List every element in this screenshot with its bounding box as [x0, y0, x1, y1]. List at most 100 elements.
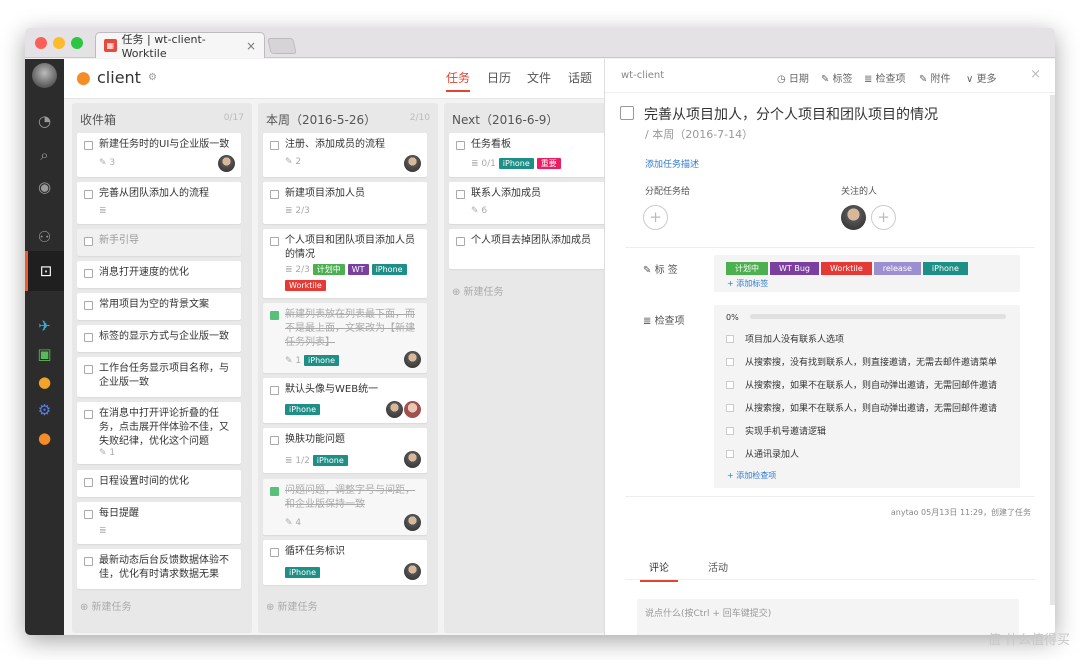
new-task-button[interactable]: ⊕ 新建任务 [80, 598, 132, 613]
tab-files[interactable]: 文件 [527, 69, 551, 86]
settings-icon[interactable]: ⚙ [148, 72, 157, 83]
search-icon[interactable]: ⌕ [25, 145, 64, 165]
task-card[interactable]: 日程设置时间的优化 [77, 470, 241, 497]
task-card[interactable]: 个人项目和团队项目添加人员的情况 ≣ 2/3 计划中 WT iPhone Workt… [263, 229, 427, 298]
maximize-window-button[interactable] [71, 37, 83, 49]
tab-title: 任务 | wt-client-Worktile [121, 33, 206, 60]
task-card[interactable]: 常用项目为空的背景文案 [77, 293, 241, 320]
add-watcher-button[interactable]: + [871, 205, 896, 230]
task-checkbox[interactable] [620, 106, 634, 120]
add-tag-link[interactable]: + 添加标签 [727, 278, 768, 289]
avatar [841, 205, 866, 230]
dashboard-icon[interactable]: ◔ [25, 111, 64, 131]
add-assignee-button[interactable]: + [643, 205, 668, 230]
checklist-item[interactable]: 从搜索搜，没有找到联系人，则直接邀请，无需去邮件邀请菜单 [726, 355, 997, 368]
tab-activity[interactable]: 活动 [708, 559, 728, 574]
task-card[interactable]: 个人项目去掉团队添加成员 [449, 229, 621, 269]
new-task-button[interactable]: ⊕ 新建任务 [452, 283, 504, 298]
progress-bar [750, 314, 1006, 319]
tab-calendar[interactable]: 日历 [487, 69, 511, 86]
github-project-icon[interactable]: ● [25, 372, 64, 392]
task-card[interactable]: 新手引导 [77, 229, 241, 256]
attachment-button[interactable]: ✎ 附件 [919, 70, 951, 85]
watchers-label: 关注的人 [841, 187, 878, 197]
tag[interactable]: Worktile [820, 262, 872, 275]
close-icon[interactable]: × [1030, 67, 1041, 82]
task-card[interactable]: 问题问题，调整字号与间距，和企业版保持一致 ✎ 4 [263, 479, 427, 535]
checklist-panel: 0% 项目加人没有联系人选项 从搜索搜，没有找到联系人，则直接邀请，无需去邮件邀… [714, 305, 1020, 488]
task-card[interactable]: 联系人添加成员 ✎ 6 [449, 182, 613, 224]
new-task-button[interactable]: ⊕ 新建任务 [266, 598, 318, 613]
task-list-date: / 本周（2016-7-14） [645, 128, 754, 141]
close-window-button[interactable] [35, 37, 47, 49]
tag[interactable]: release [873, 262, 921, 275]
html5-project-icon[interactable]: ▣ [25, 344, 64, 364]
task-card[interactable]: 任务看板 ≣ 0/1 iPhone 重要 [449, 133, 621, 177]
column-this-week: 本周（2016-5-26） 2/10 注册、添加成员的流程 ✎ 2 新建项目添加人员… [258, 103, 438, 633]
browser-tab[interactable]: ▦ 任务 | wt-client-Worktile × [95, 32, 265, 60]
add-description-link[interactable]: 添加任务描述 [645, 157, 699, 170]
task-card[interactable]: 工作台任务显示项目名称，与企业版一致 [77, 357, 241, 397]
checklist-item[interactable]: 从搜索搜，如果不在联系人，则自动弹出邀请，无需回邮件邀请 [726, 401, 997, 414]
task-title[interactable]: 完善从项目加人，分个人项目和团队项目的情况 [644, 104, 938, 124]
task-card[interactable]: 循环任务标识 iPhone [263, 540, 427, 585]
checklist-button[interactable]: ≣ 检查项 [864, 70, 906, 85]
scrollbar[interactable] [1050, 95, 1055, 605]
task-card[interactable]: 最新动态后台反馈数据体验不佳，优化有时请求数据无果 [77, 549, 241, 589]
tag-button[interactable]: ✎ 标签 [821, 70, 853, 85]
column-title: Next（2016-6-9） [452, 113, 559, 127]
task-board: ● client ⚙ 任务 日历 文件 话题 收件箱 0/17 新建任务时的UI与… [64, 59, 621, 635]
gear-project-icon[interactable]: ⚙ [25, 400, 64, 420]
task-card[interactable]: 消息打开速度的优化 [77, 261, 241, 288]
minimize-window-button[interactable] [53, 37, 65, 49]
detail-toolbar: wt-client ◷ 日期 ✎ 标签 ≣ 检查项 ✎ 附件 ∨ 更多 × [605, 59, 1055, 93]
calendar-icon[interactable]: ◉ [25, 177, 64, 197]
user-avatar[interactable] [32, 63, 57, 88]
task-card[interactable]: 默认头像与WEB统一 iPhone [263, 378, 427, 423]
apple-project-icon[interactable]: ● [25, 428, 64, 448]
task-detail-panel: wt-client ◷ 日期 ✎ 标签 ≣ 检查项 ✎ 附件 ∨ 更多 × 完善… [604, 59, 1055, 635]
close-tab-icon[interactable]: × [246, 39, 256, 53]
more-button[interactable]: ∨ 更多 [966, 70, 997, 85]
tab-topics[interactable]: 话题 [568, 69, 592, 86]
tag[interactable]: WT Bug [770, 262, 819, 275]
column-inbox: 收件箱 0/17 新建任务时的UI与企业版一致 ✎ 3 完善从团队添加人的流程 ≣ 新… [72, 103, 252, 633]
add-checklist-link[interactable]: + 添加检查项 [727, 470, 776, 481]
tags-label: ✎ 标 签 [643, 265, 678, 276]
comment-input[interactable]: 说点什么(按Ctrl + 回车键提交) [637, 599, 1019, 635]
apple-icon: ● [76, 68, 91, 88]
detail-project: wt-client [621, 70, 665, 81]
inbox-icon[interactable]: ⊡ [25, 251, 64, 291]
tag[interactable]: iPhone [922, 262, 968, 275]
progress-label: 0% [726, 313, 739, 322]
task-card[interactable]: 新建列表放在列表最下面，而不是最上面，文案改为【新建任务列表】 ✎ 1 iPhon… [263, 303, 427, 373]
date-button[interactable]: ◷ 日期 [777, 70, 809, 85]
task-card[interactable]: 在消息中打开评论折叠的任务，点击展开伴体验不佳，又失败纪律，优化这个问题 ✎ 1 [77, 402, 241, 464]
task-card[interactable]: 每日提醒 ≣ [77, 502, 241, 544]
tab-tasks[interactable]: 任务 [446, 69, 471, 92]
app-window: ▦ 任务 | wt-client-Worktile × ◔ ⌕ ◉ ⚇ ⊡ ✈ … [25, 28, 1055, 635]
task-card[interactable]: 换肤功能问题 ≣ 1/2 iPhone [263, 428, 427, 473]
checklist-item[interactable]: 实现手机号邀请逻辑 [726, 424, 826, 437]
task-card[interactable]: 新建项目添加人员 ≣ 2/3 [263, 182, 427, 224]
task-card[interactable]: 标签的显示方式与企业版一致 [77, 325, 241, 352]
new-tab-button[interactable] [267, 38, 297, 54]
project-title[interactable]: client [97, 68, 141, 87]
avatar [218, 155, 235, 172]
plane-project-icon[interactable]: ✈ [25, 316, 64, 336]
checklist-item[interactable]: 项目加人没有联系人选项 [726, 332, 844, 345]
checklist-label: ≣ 检查项 [643, 316, 685, 327]
browser-titlebar: ▦ 任务 | wt-client-Worktile × [25, 28, 1055, 60]
watermark: 值 什么值得买 [987, 633, 1070, 648]
worktile-icon: ▦ [104, 39, 117, 52]
tags-panel: 计划中 WT Bug Worktile release iPhone + 添加标签 [714, 255, 1020, 292]
column-title: 收件箱 0/17 [80, 113, 244, 127]
task-card[interactable]: 新建任务时的UI与企业版一致 ✎ 3 [77, 133, 241, 177]
task-card[interactable]: 注册、添加成员的流程 ✎ 2 [263, 133, 427, 177]
members-icon[interactable]: ⚇ [25, 227, 64, 247]
task-card[interactable]: 完善从团队添加人的流程 ≣ [77, 182, 241, 224]
checklist-item[interactable]: 从搜索搜，如果不在联系人，则自动弹出邀请，无需回邮件邀请 [726, 378, 997, 391]
add-project-icon[interactable]: ⊕ [25, 634, 64, 635]
tag[interactable]: 计划中 [726, 262, 768, 275]
checklist-item[interactable]: 从通讯录加人 [726, 447, 799, 460]
